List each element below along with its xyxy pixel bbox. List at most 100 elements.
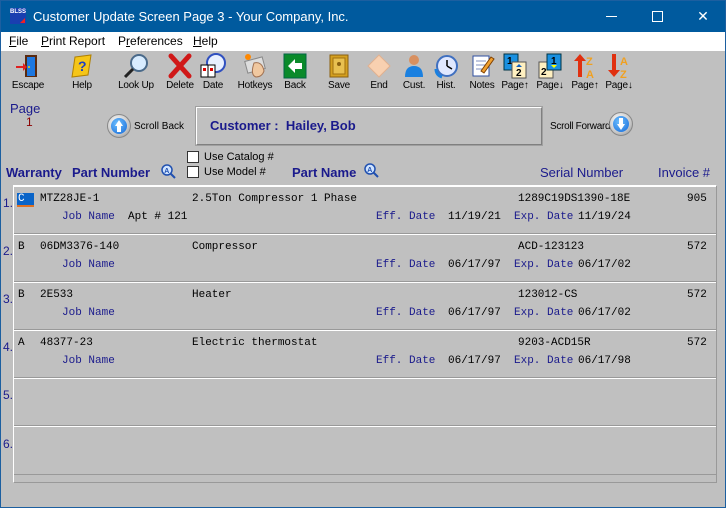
date-button[interactable]: Date [198,53,228,93]
part-number-cell[interactable]: 06DM3376-140 [40,241,119,253]
save-button[interactable]: Save [324,53,354,93]
help-label: Help [72,80,92,91]
customer-panel: Customer : Hailey, Bob [195,106,543,146]
part-name-cell[interactable]: Compressor [192,241,258,253]
use-model-checkbox[interactable] [187,166,199,179]
job-name-label: Job Name [62,211,115,223]
scroll-forward-label[interactable]: Scroll Forward [550,121,611,132]
hotkeys-label: Hotkeys [237,80,273,91]
app-logo-icon: BLSS [10,8,26,24]
sort-down-label: Page↓ [605,80,633,91]
svg-text:?: ? [78,58,87,74]
menu-pref-pre: P [118,34,127,48]
use-model-option[interactable]: Use Model # [187,166,266,179]
row-index: 4. [3,340,14,354]
sort-az-down-button[interactable]: AZ Page↓ [604,53,634,93]
row-index: 3. [3,292,14,306]
table-row[interactable] [14,282,716,330]
menu-print-report[interactable]: Print Report [41,34,105,48]
job-name-label: Job Name [62,259,115,271]
table-row[interactable] [14,330,716,378]
eff-date-label: Eff. Date [376,355,436,367]
calendar-clock-icon [200,53,226,79]
escape-button[interactable]: Escape [9,53,47,93]
part-name-cell[interactable]: Electric thermostat [192,337,317,349]
invoice-cell[interactable]: 572 [687,289,707,301]
part-name-search-icon[interactable]: A [364,163,379,178]
back-button[interactable]: Back [281,53,309,93]
eff-date-value[interactable]: 11/19/21 [448,211,501,223]
warranty-cell[interactable]: B [18,289,25,301]
part-name-cell[interactable]: 2.5Ton Compressor 1 Phase [192,193,357,205]
job-name-label: Job Name [62,307,115,319]
page-down-button[interactable]: 21 Page↓ [535,53,565,93]
hotkeys-button[interactable]: Hotkeys [236,53,274,93]
serial-cell[interactable]: 123012-CS [518,289,577,301]
serial-cell[interactable]: ACD-123123 [518,241,584,253]
app-window: BLSS Customer Update Screen Page 3 - You… [0,0,726,508]
end-button[interactable]: End [366,53,392,93]
save-label: Save [328,80,350,91]
column-invoice: Invoice # [658,165,711,180]
delete-button[interactable]: Delete [165,53,195,93]
use-catalog-checkbox[interactable] [187,151,199,164]
sort-az-down-icon: AZ [606,53,632,81]
job-name-label: Job Name [62,355,115,367]
table-row-empty[interactable] [14,426,716,475]
menu-print-accel: P [41,34,50,48]
eff-date-value[interactable]: 06/17/97 [448,307,501,319]
menu-file[interactable]: File [9,34,28,48]
svg-text:2: 2 [541,67,547,78]
eraser-icon [366,53,392,79]
exp-date-value[interactable]: 06/17/98 [578,355,631,367]
table-row[interactable] [14,234,716,282]
exp-date-value[interactable]: 06/17/02 [578,307,631,319]
table-row-empty[interactable] [14,378,716,426]
notes-button[interactable]: Notes [468,53,496,93]
menu-preferences[interactable]: Preferences [118,34,183,48]
part-number-cell[interactable]: MTZ28JE-1 [40,193,99,205]
cust-button[interactable]: Cust. [401,53,427,93]
menu-help[interactable]: Help [193,34,218,48]
scroll-back-button[interactable] [107,114,131,138]
page-up-button[interactable]: 12 Page↑ [500,53,530,93]
lookup-button[interactable]: Look Up [117,53,155,93]
eff-date-value[interactable]: 06/17/97 [448,355,501,367]
exp-date-value[interactable]: 11/19/24 [578,211,631,223]
sort-za-up-icon: ZA [572,53,598,81]
part-number-cell[interactable]: 2E533 [40,289,73,301]
part-number-cell[interactable]: 48377-23 [40,337,93,349]
eff-date-value[interactable]: 06/17/97 [448,259,501,271]
part-name-cell[interactable]: Heater [192,289,232,301]
invoice-cell[interactable]: 572 [687,241,707,253]
warranty-cell[interactable]: B [18,241,25,253]
scroll-forward-button[interactable] [609,112,633,136]
warranty-cell[interactable]: A [18,337,25,349]
escape-label: Escape [11,80,45,91]
help-button[interactable]: ? Help [65,53,99,93]
sort-za-up-button[interactable]: ZA Page↑ [570,53,600,93]
column-part-number: Part Number [72,165,151,180]
maximize-icon [652,11,663,22]
part-number-search-icon[interactable]: A [161,164,176,179]
close-button[interactable]: ✕ [680,1,726,32]
exp-date-value[interactable]: 06/17/02 [578,259,631,271]
scroll-back-label[interactable]: Scroll Back [134,121,184,132]
svg-text:A: A [620,56,628,68]
cust-label: Cust. [402,80,426,91]
back-arrow-icon [282,53,308,79]
serial-cell[interactable]: 9203-ACD15R [518,337,591,349]
use-catalog-option[interactable]: Use Catalog # [187,151,274,164]
minimize-button[interactable] [588,1,634,32]
job-name-value[interactable]: Apt # 121 [128,211,187,223]
warranty-cell[interactable]: C [17,193,34,207]
maximize-button[interactable] [634,1,680,32]
invoice-cell[interactable]: 905 [687,193,707,205]
hist-button[interactable]: Hist. [432,53,460,93]
svg-text:A: A [164,168,169,175]
menu-pref-label: eferences [130,34,183,48]
column-part-name: Part Name [292,165,357,180]
warranty-value[interactable]: C [17,193,34,207]
invoice-cell[interactable]: 572 [687,337,707,349]
serial-cell[interactable]: 1289C19DS1390-18E [518,193,630,205]
